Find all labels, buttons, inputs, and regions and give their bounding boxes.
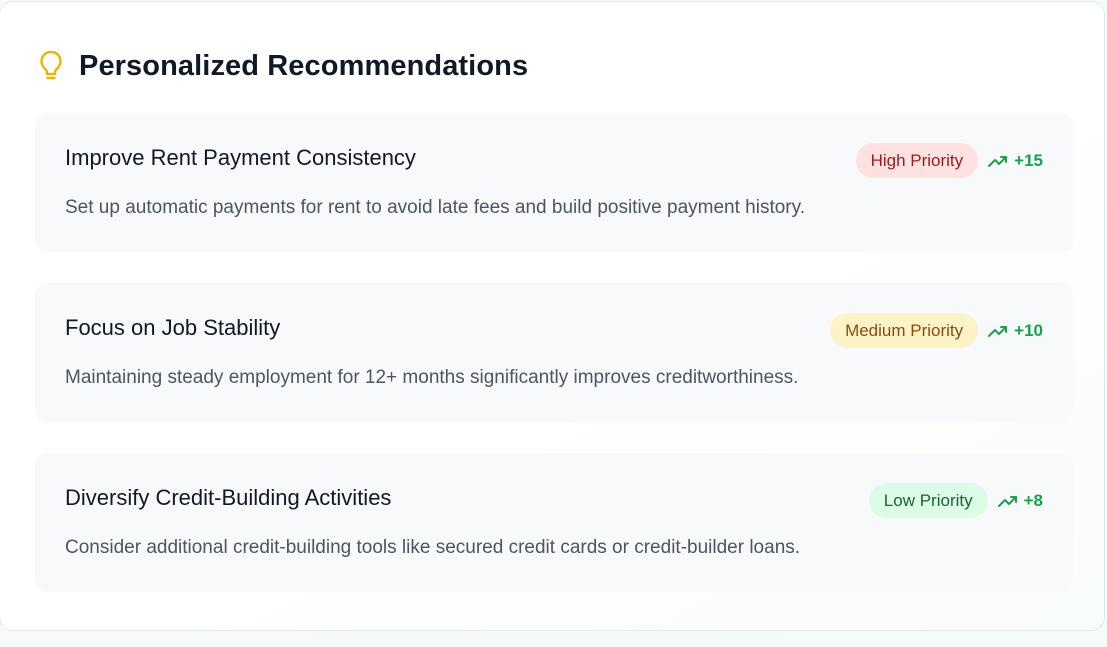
score-impact-value: +10 xyxy=(1014,320,1043,340)
score-impact-value: +8 xyxy=(1023,490,1043,510)
trending-up-icon xyxy=(997,495,1017,507)
score-impact: +10 xyxy=(988,321,1043,341)
priority-badge: Medium Priority xyxy=(830,313,979,348)
recommendation-card[interactable]: Improve Rent Payment Consistency High Pr… xyxy=(35,113,1073,252)
score-impact: +15 xyxy=(988,151,1043,171)
trending-up-icon xyxy=(988,325,1008,337)
recommendation-description: Maintaining steady employment for 12+ mo… xyxy=(65,367,799,388)
recommendation-title: Focus on Job Stability xyxy=(65,315,281,340)
recommendation-title: Improve Rent Payment Consistency xyxy=(65,145,416,170)
recommendation-meta: High Priority +15 xyxy=(855,143,1043,178)
recommendation-card[interactable]: Focus on Job Stability Medium Priority +… xyxy=(35,283,1073,422)
lightbulb-icon xyxy=(40,50,62,80)
recommendation-description: Consider additional credit-building tool… xyxy=(65,537,801,558)
recommendation-meta: Low Priority +8 xyxy=(868,483,1043,518)
recommendations-panel: Personalized Recommendations Improve Ren… xyxy=(0,1,1105,631)
panel-title: Personalized Recommendations xyxy=(79,49,529,82)
recommendation-meta: Medium Priority +10 xyxy=(830,313,1043,348)
score-impact-value: +15 xyxy=(1014,150,1043,170)
recommendation-card[interactable]: Diversify Credit-Building Activities Low… xyxy=(35,453,1073,592)
recommendation-title: Diversify Credit-Building Activities xyxy=(65,485,392,510)
score-impact: +8 xyxy=(997,490,1043,511)
priority-badge: High Priority xyxy=(855,143,979,178)
trending-up-icon xyxy=(988,155,1008,167)
priority-badge: Low Priority xyxy=(868,483,988,518)
recommendation-description: Set up automatic payments for rent to av… xyxy=(65,197,805,218)
panel-header: Personalized Recommendations xyxy=(38,44,528,88)
